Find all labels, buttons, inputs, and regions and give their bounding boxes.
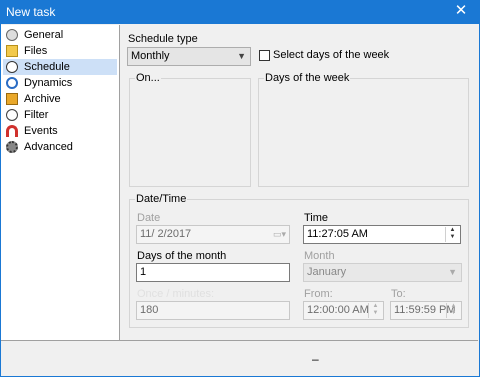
- from-label: From:: [304, 288, 333, 300]
- on-group-label: On...: [135, 72, 161, 84]
- nav-item-events[interactable]: Events: [3, 123, 117, 139]
- nav-item-dynamics[interactable]: Dynamics: [3, 75, 117, 91]
- nav-item-label: Archive: [24, 93, 61, 105]
- from-value: 12:00:00 AM: [307, 304, 369, 316]
- nav-item-advanced[interactable]: Advanced: [3, 139, 117, 155]
- from-spinner-icon[interactable]: ▲ ▼: [368, 303, 382, 318]
- title-bar: New task ✕: [0, 0, 480, 24]
- nav-item-filter[interactable]: Filter: [3, 107, 117, 123]
- days-of-month-label: Days of the month: [137, 250, 227, 262]
- time-spinner-icon[interactable]: ▲ ▼: [445, 227, 459, 242]
- to-spinner-icon[interactable]: ▲ ▼: [446, 303, 460, 318]
- date-value: 11/ 2/2017: [140, 228, 192, 240]
- dynamics-icon: [6, 77, 18, 89]
- to-field[interactable]: 11:59:59 PM ▲ ▼: [390, 301, 462, 320]
- schedule-type-label: Schedule type: [128, 33, 198, 45]
- date-picker[interactable]: 11/ 2/2017 ▭▾: [136, 225, 290, 244]
- nav-item-general[interactable]: General: [3, 27, 117, 43]
- nav-item-label: Dynamics: [24, 77, 73, 89]
- month-label: Month: [304, 250, 335, 262]
- date-label: Date: [137, 212, 161, 224]
- days-of-week-label: Days of the week: [264, 72, 351, 84]
- time-label: Time: [304, 212, 329, 224]
- nav-list: General Files Schedule Dynamics Archive …: [1, 25, 120, 340]
- nav-item-label: Advanced: [24, 141, 73, 153]
- datetime-group-label: Date/Time: [135, 193, 188, 205]
- interval-label: Once / minutes:: [137, 288, 215, 300]
- nav-item-schedule[interactable]: Schedule: [3, 59, 117, 75]
- days-of-week-group: [258, 78, 469, 187]
- days-of-month-value: 1: [140, 266, 147, 278]
- events-icon: [6, 125, 18, 137]
- schedule-type-value: Monthly: [131, 50, 170, 62]
- nav-item-files[interactable]: Files: [3, 43, 117, 59]
- files-icon: [6, 45, 18, 57]
- to-label: To:: [391, 288, 406, 300]
- chevron-down-icon: ▼: [448, 267, 457, 277]
- calendar-icon: ▭▾: [273, 229, 287, 239]
- select-days-label: Select days of the week: [273, 49, 390, 61]
- general-icon: [6, 29, 18, 41]
- archive-icon: [6, 93, 18, 105]
- days-of-month-field[interactable]: 1: [136, 263, 290, 282]
- window-title: New task: [6, 5, 56, 19]
- footer-divider: [1, 340, 478, 341]
- on-group: [129, 78, 251, 187]
- footer-glyph: –: [312, 352, 319, 366]
- nav-item-label: General: [24, 29, 64, 41]
- nav-item-label: Events: [24, 125, 58, 137]
- from-field[interactable]: 12:00:00 AM ▲ ▼: [303, 301, 384, 320]
- filter-icon: [6, 109, 18, 121]
- chevron-down-icon: ▼: [237, 51, 246, 61]
- month-value: January: [307, 266, 347, 278]
- interval-field[interactable]: 180: [136, 301, 290, 320]
- close-icon[interactable]: ✕: [452, 1, 470, 21]
- nav-item-label: Schedule: [24, 61, 70, 73]
- time-field[interactable]: 11:27:05 AM ▲ ▼: [303, 225, 461, 244]
- nav-item-label: Filter: [24, 109, 49, 121]
- advanced-icon: [6, 141, 18, 153]
- schedule-type-select[interactable]: Monthly ▼: [127, 47, 251, 66]
- time-value: 11:27:05 AM: [307, 228, 368, 240]
- nav-item-label: Files: [24, 45, 48, 57]
- nav-item-archive[interactable]: Archive: [3, 91, 117, 107]
- select-days-checkbox[interactable]: [259, 50, 270, 61]
- interval-value: 180: [140, 304, 159, 316]
- month-select[interactable]: January ▼: [303, 263, 462, 282]
- schedule-icon: [6, 61, 18, 73]
